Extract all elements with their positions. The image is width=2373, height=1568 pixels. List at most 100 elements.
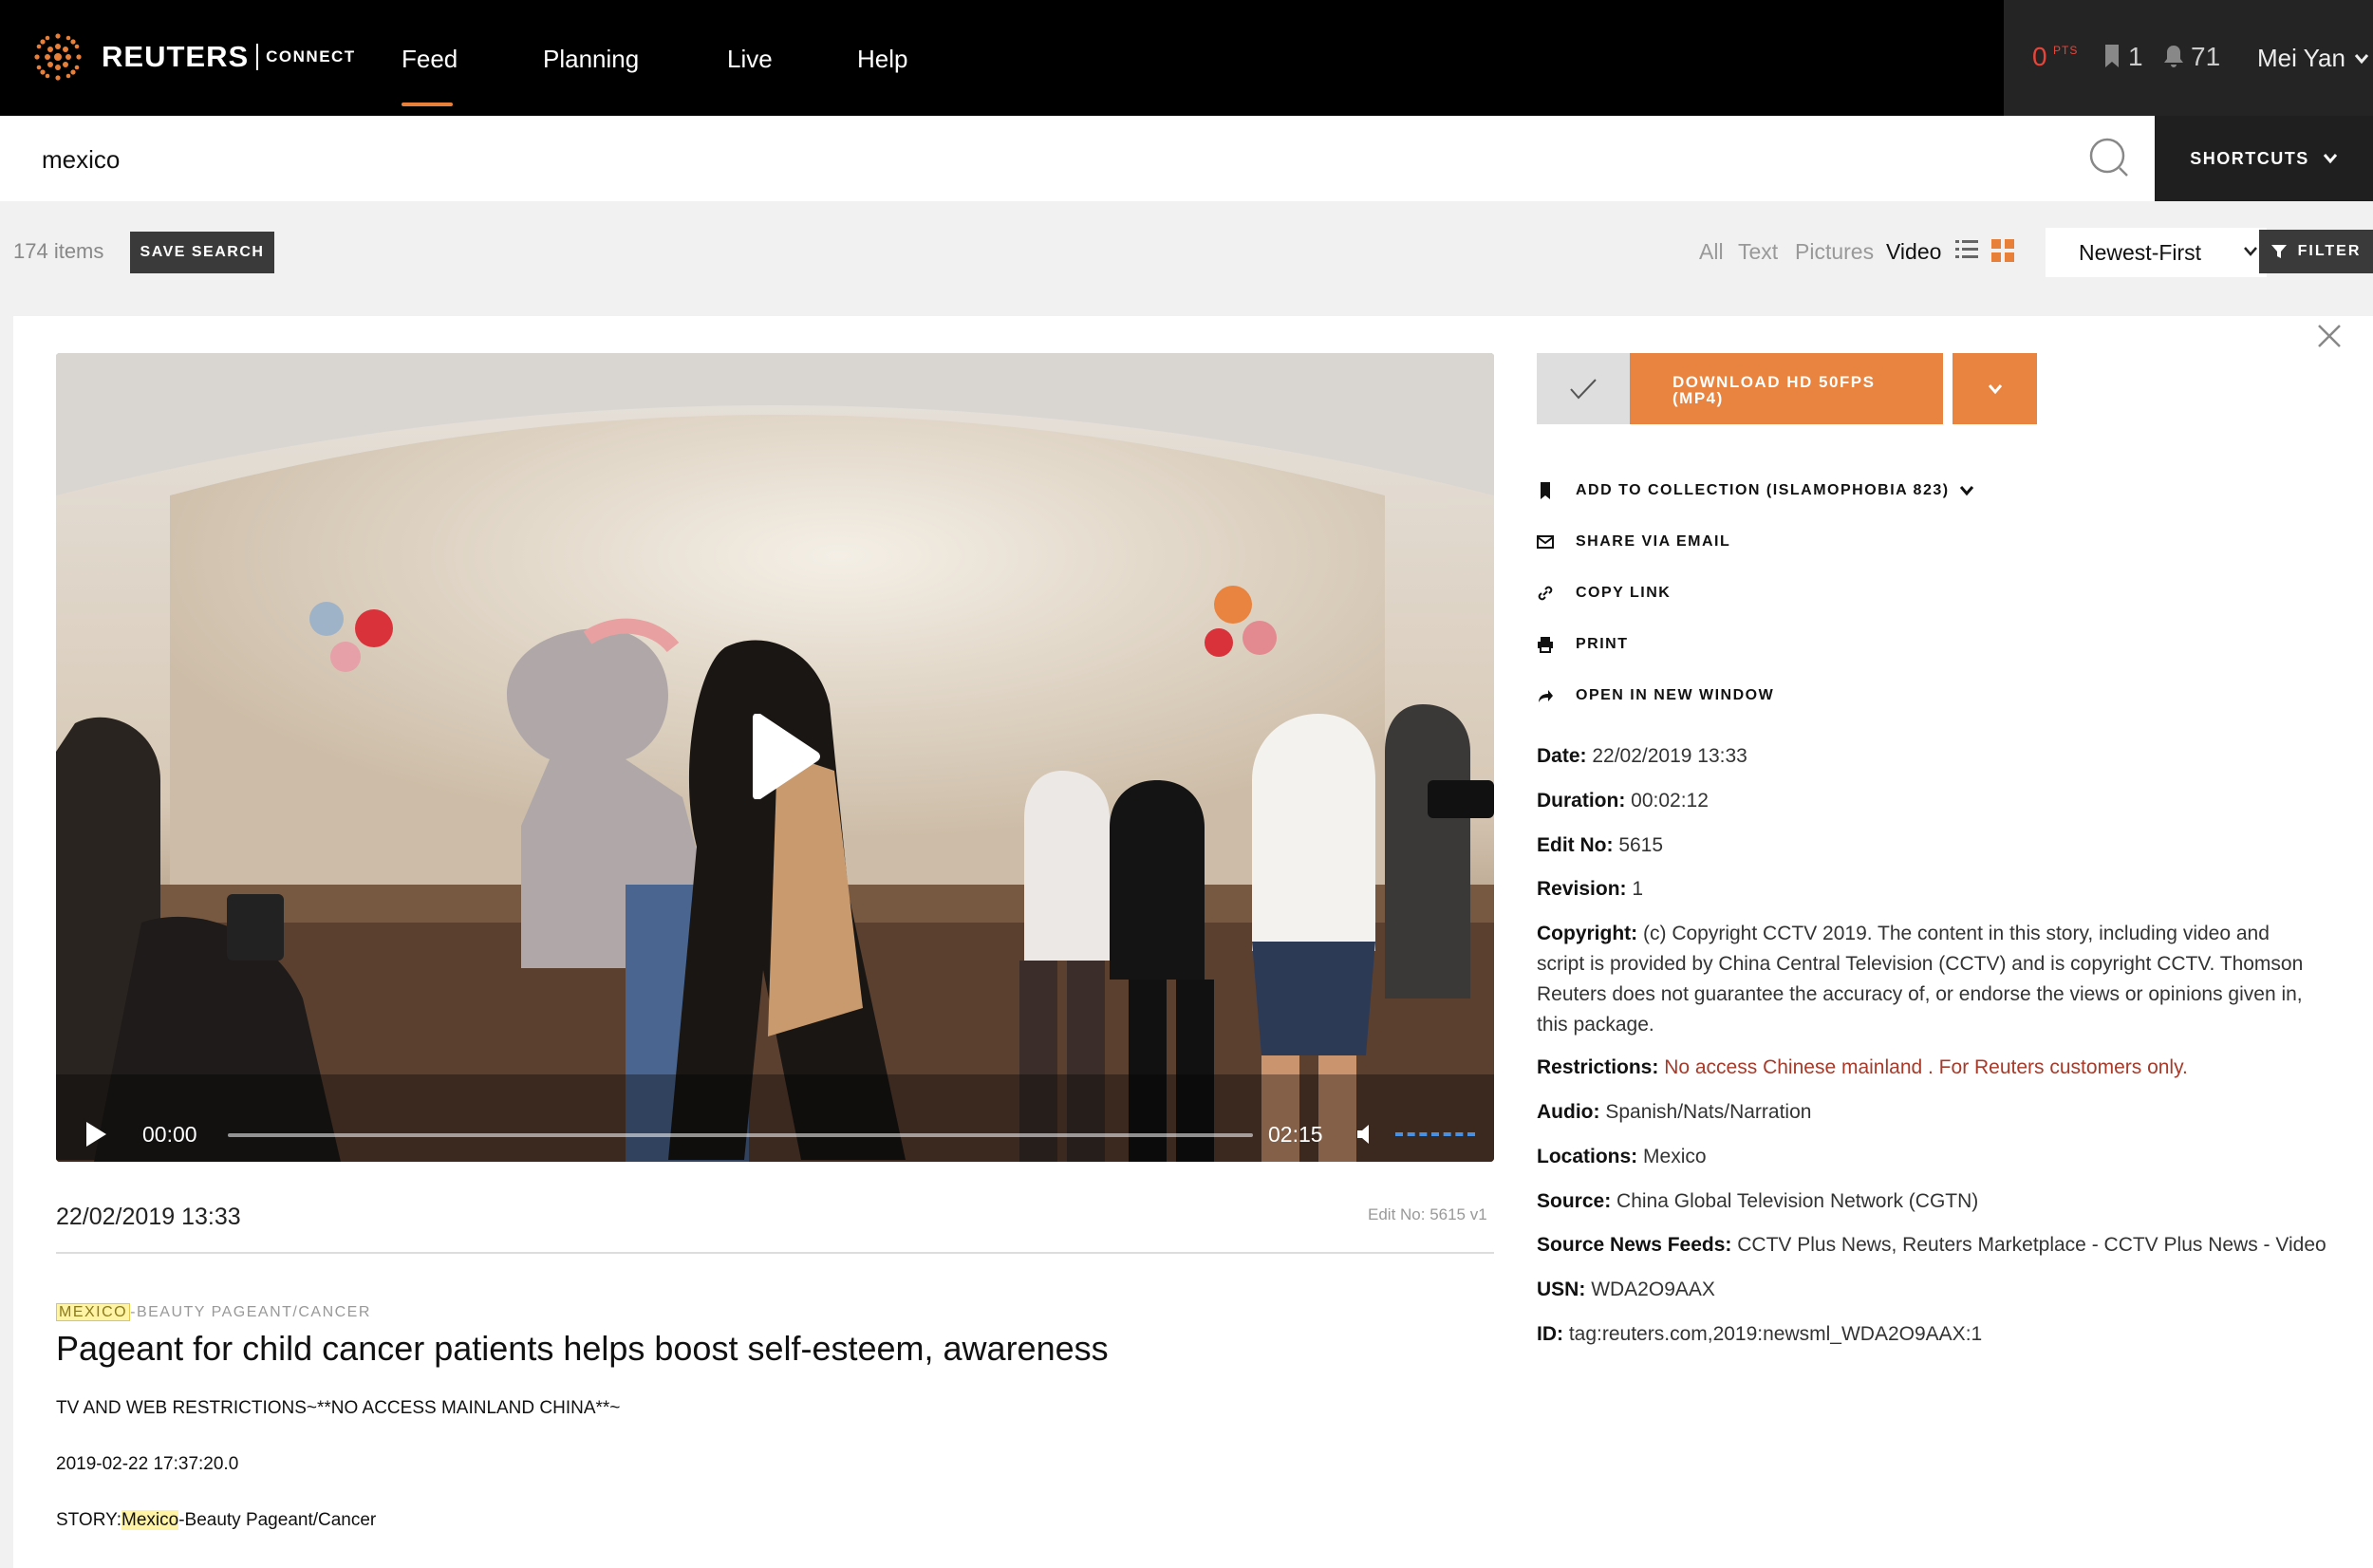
open-new-window-action[interactable]: OPEN IN NEW WINDOW [1537, 684, 1774, 707]
detail-source-label: Source: [1537, 1190, 1612, 1212]
story-headline: Pageant for child cancer patients helps … [56, 1329, 1109, 1368]
detail-revision: Revision: 1 [1537, 874, 2306, 905]
detail-source-value: China Global Television Network (CGTN) [1616, 1190, 1979, 1212]
shortcuts-button[interactable]: SHORTCUTS [2155, 116, 2373, 201]
share-email-label: SHARE VIA EMAIL [1576, 533, 1731, 550]
search-highlight: Mexico [121, 1510, 179, 1530]
story-slug-rest: -Beauty Pageant/Cancer [178, 1510, 377, 1530]
reuters-logo[interactable]: REUTERS CONNECT [28, 28, 356, 85]
save-search-button[interactable]: SAVE SEARCH [130, 232, 274, 273]
points-unit: PTS [2053, 44, 2079, 57]
filter-button[interactable]: FILTER [2259, 230, 2373, 273]
search-icon[interactable] [2088, 137, 2132, 180]
print-action[interactable]: PRINT [1537, 633, 1629, 656]
points-count[interactable]: 0 [2032, 42, 2047, 72]
story-date: 22/02/2019 13:33 [56, 1204, 241, 1230]
brand-product: CONNECT [266, 47, 356, 65]
chevron-down-icon[interactable] [2354, 53, 2369, 65]
detail-copyright-value: (c) Copyright CCTV 2019. The content in … [1537, 923, 2304, 1036]
sort-select[interactable]: Newest-First [2046, 228, 2267, 277]
detail-locations-label: Locations: [1537, 1146, 1638, 1167]
detail-duration: Duration: 00:02:12 [1537, 786, 2306, 816]
detail-date: Date: 22/02/2019 13:33 [1537, 741, 2306, 772]
detail-restrictions: Restrictions: No access Chinese mainland… [1537, 1053, 2306, 1083]
volume-icon[interactable] [1355, 1124, 1376, 1145]
nav-live[interactable]: Live [727, 42, 773, 76]
results-count: 174 items [13, 239, 104, 263]
detail-usn: USN: WDA2O9AAX [1537, 1275, 2306, 1305]
type-filter-pictures[interactable]: Pictures [1795, 239, 1874, 265]
notification-count: 71 [2191, 42, 2221, 71]
story-prefix: STORY: [56, 1510, 121, 1530]
link-icon [1538, 586, 1553, 601]
filter-label: FILTER [2297, 243, 2362, 259]
open-new-window-label: OPEN IN NEW WINDOW [1576, 687, 1775, 703]
user-menu[interactable]: Mei Yan [2257, 44, 2345, 73]
share-arrow-icon [1539, 690, 1553, 702]
story-edit-number: Edit No: 5615 v1 [1368, 1205, 1487, 1223]
detail-feeds-value: CCTV Plus News, Reuters Marketplace - CC… [1737, 1234, 2326, 1256]
detail-edit-value: 5615 [1618, 834, 1664, 856]
detail-duration-value: 00:02:12 [1631, 790, 1709, 812]
download-options-button[interactable] [1953, 353, 2037, 424]
type-filter-text[interactable]: Text [1738, 239, 1778, 265]
slug-rest: -BEAUTY PAGEANT/CANCER [130, 1304, 371, 1320]
share-email-action[interactable]: SHARE VIA EMAIL [1537, 531, 1730, 553]
detail-copyright: Copyright: (c) Copyright CCTV 2019. The … [1537, 919, 2306, 1040]
detail-source-feeds: Source News Feeds: CCTV Plus News, Reute… [1537, 1230, 2353, 1260]
detail-feeds-label: Source News Feeds: [1537, 1234, 1732, 1256]
chevron-down-icon [1959, 486, 1973, 496]
nav-planning[interactable]: Planning [543, 42, 639, 76]
detail-id-label: ID: [1537, 1323, 1563, 1345]
type-filter-video[interactable]: Video [1886, 239, 1941, 265]
duration-time: 02:15 [1268, 1122, 1323, 1147]
search-input[interactable] [42, 140, 2035, 178]
play-icon[interactable] [84, 1121, 107, 1148]
video-player[interactable] [56, 353, 1494, 1162]
chevron-down-icon [2244, 247, 2257, 256]
detail-date-value: 22/02/2019 13:33 [1592, 745, 1747, 767]
story-slug-line: STORY:Mexico-Beauty Pageant/Cancer [56, 1510, 376, 1531]
print-label: PRINT [1576, 636, 1629, 652]
detail-revision-label: Revision: [1537, 878, 1627, 900]
select-checkbox[interactable] [1537, 353, 1630, 424]
detail-id: ID: tag:reuters.com,2019:newsml_WDA2O9AA… [1537, 1319, 2306, 1350]
add-to-collection-label: ADD TO COLLECTION (ISLAMOPHOBIA 823) [1576, 482, 1950, 498]
detail-audio: Audio: Spanish/Nats/Narration [1537, 1097, 2306, 1128]
copy-link-action[interactable]: COPY LINK [1537, 582, 1671, 605]
divider [56, 1252, 1494, 1254]
story-restrictions-line: TV AND WEB RESTRICTIONS~**NO ACCESS MAIN… [56, 1398, 621, 1418]
big-play-icon[interactable] [745, 714, 821, 799]
envelope-icon [1537, 535, 1554, 549]
current-time: 00:00 [142, 1122, 197, 1147]
download-button[interactable]: DOWNLOAD HD 50FPS (MP4) [1630, 353, 1943, 424]
detail-edit-number: Edit No: 5615 [1537, 831, 2306, 861]
add-to-collection-action[interactable]: ADD TO COLLECTION (ISLAMOPHOBIA 823) [1537, 479, 1974, 502]
copy-link-label: COPY LINK [1576, 585, 1672, 601]
reuters-logo-icon [34, 33, 82, 81]
close-icon[interactable] [2317, 324, 2342, 348]
shortcuts-label: SHORTCUTS [2190, 148, 2309, 168]
detail-restrictions-value: No access Chinese mainland . For Reuters… [1664, 1056, 2188, 1078]
funnel-icon [2270, 245, 2287, 258]
grid-view-icon[interactable] [1991, 239, 2014, 262]
brand-separator [256, 44, 259, 70]
story-slug: MEXICO -BEAUTY PAGEANT/CANCER [56, 1303, 371, 1321]
detail-revision-value: 1 [1632, 878, 1644, 900]
seek-bar[interactable] [228, 1133, 1253, 1137]
detail-date-label: Date: [1537, 745, 1587, 767]
detail-audio-value: Spanish/Nats/Narration [1605, 1101, 1812, 1123]
detail-restrictions-label: Restrictions: [1537, 1056, 1659, 1078]
detail-locations-value: Mexico [1643, 1146, 1707, 1167]
printer-icon [1538, 637, 1553, 653]
bell-icon[interactable] [2163, 45, 2184, 67]
nav-feed[interactable]: Feed [402, 42, 458, 76]
volume-slider[interactable] [1395, 1132, 1475, 1136]
sort-value: Newest-First [2079, 239, 2202, 265]
list-view-icon[interactable] [1955, 239, 1978, 260]
detail-source: Source: China Global Television Network … [1537, 1186, 2306, 1217]
detail-copyright-label: Copyright: [1537, 923, 1638, 944]
type-filter-all[interactable]: All [1699, 239, 1724, 265]
bookmark-icon[interactable] [2104, 45, 2120, 67]
nav-help[interactable]: Help [857, 42, 907, 76]
